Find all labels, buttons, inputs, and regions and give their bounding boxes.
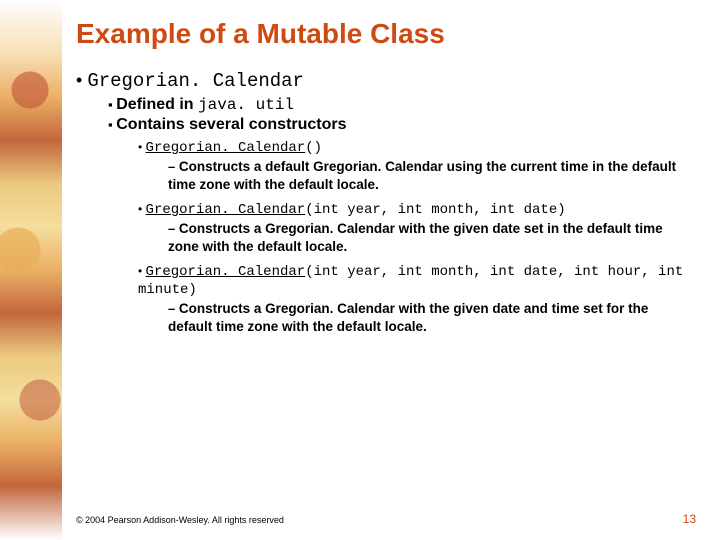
constructor-item: Gregorian. Calendar(int year, int month,… xyxy=(138,200,696,256)
constructor-signature: Gregorian. Calendar(int year, int month,… xyxy=(138,264,683,298)
constructor-item: Gregorian. Calendar() Constructs a defau… xyxy=(138,138,696,194)
constructor-signature: Gregorian. Calendar() xyxy=(146,140,322,156)
constructor-desc: Constructs a Gregorian. Calendar with th… xyxy=(168,300,696,336)
slide-title: Example of a Mutable Class xyxy=(76,18,696,50)
constructor-desc: Constructs a Gregorian. Calendar with th… xyxy=(168,220,696,256)
decorative-leaf-strip xyxy=(0,0,62,540)
constructor-desc: Constructs a default Gregorian. Calendar… xyxy=(168,158,696,194)
bullet-text: Gregorian. Calendar xyxy=(87,70,304,92)
bullet-item: Gregorian. Calendar Defined in java. uti… xyxy=(76,70,696,336)
constructor-item: Gregorian. Calendar(int year, int month,… xyxy=(138,262,696,336)
sub-bullet: Contains several constructors Gregorian.… xyxy=(108,116,696,336)
bullet-list: Gregorian. Calendar Defined in java. uti… xyxy=(76,70,696,336)
sub-bullet-text: Contains several constructors xyxy=(116,116,346,133)
footer: © 2004 Pearson Addison-Wesley. All right… xyxy=(76,512,696,526)
copyright-text: © 2004 Pearson Addison-Wesley. All right… xyxy=(76,515,284,525)
sub-bullet-text: Defined in java. util xyxy=(116,96,294,113)
slide-content: Example of a Mutable Class Gregorian. Ca… xyxy=(76,18,696,342)
sub-bullet: Defined in java. util xyxy=(108,96,696,114)
page-number: 13 xyxy=(683,512,696,526)
constructor-signature: Gregorian. Calendar(int year, int month,… xyxy=(146,202,566,218)
